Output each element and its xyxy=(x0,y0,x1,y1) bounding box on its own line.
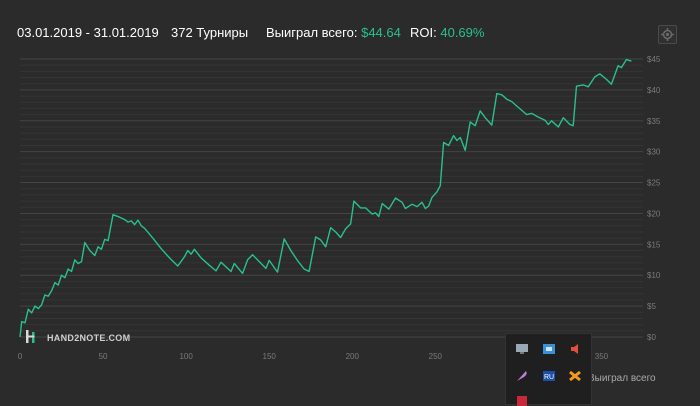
x-tick-label: 250 xyxy=(429,352,443,361)
svg-text:RU: RU xyxy=(544,374,554,381)
volume-icon[interactable] xyxy=(568,343,582,355)
y-tick-label: $40 xyxy=(647,86,661,95)
x-tick-label: 200 xyxy=(346,352,360,361)
hand2note-logo-text: HAND2NOTE.COM xyxy=(47,333,131,343)
x-tick-label: 350 xyxy=(595,352,609,361)
x-tick-label: 50 xyxy=(99,352,108,361)
x-tick-label: 0 xyxy=(18,352,23,361)
system-tray-popup: RU xyxy=(505,333,592,406)
y-tick-label: $30 xyxy=(647,148,661,157)
ru-keyboard-icon[interactable]: RU xyxy=(542,370,556,382)
y-tick-label: $45 xyxy=(647,55,661,64)
y-tick-label: $15 xyxy=(647,240,661,249)
monitor-icon[interactable] xyxy=(515,343,529,355)
feather-icon[interactable] xyxy=(515,370,529,382)
y-tick-label: $5 xyxy=(647,302,656,311)
antivirus-icon[interactable] xyxy=(568,370,582,382)
legend-label: Выиграл всего xyxy=(588,373,656,384)
chart-grid xyxy=(20,58,643,338)
x-tick-label: 150 xyxy=(263,352,277,361)
network-icon[interactable] xyxy=(542,343,556,355)
y-axis-ticks: $0 $5 $10 $15 $20 $25 $30 $35 $40 $45 xyxy=(647,55,661,342)
y-tick-label: $10 xyxy=(647,271,661,280)
x-tick-label: 100 xyxy=(179,352,193,361)
app-icon[interactable] xyxy=(515,394,529,406)
series-line-won-total xyxy=(19,58,632,338)
y-tick-label: $25 xyxy=(647,179,661,188)
y-tick-label: $35 xyxy=(647,117,661,126)
y-tick-label: $20 xyxy=(647,209,661,218)
y-tick-label: $0 xyxy=(647,333,656,342)
hand2note-logo-icon xyxy=(26,330,35,343)
